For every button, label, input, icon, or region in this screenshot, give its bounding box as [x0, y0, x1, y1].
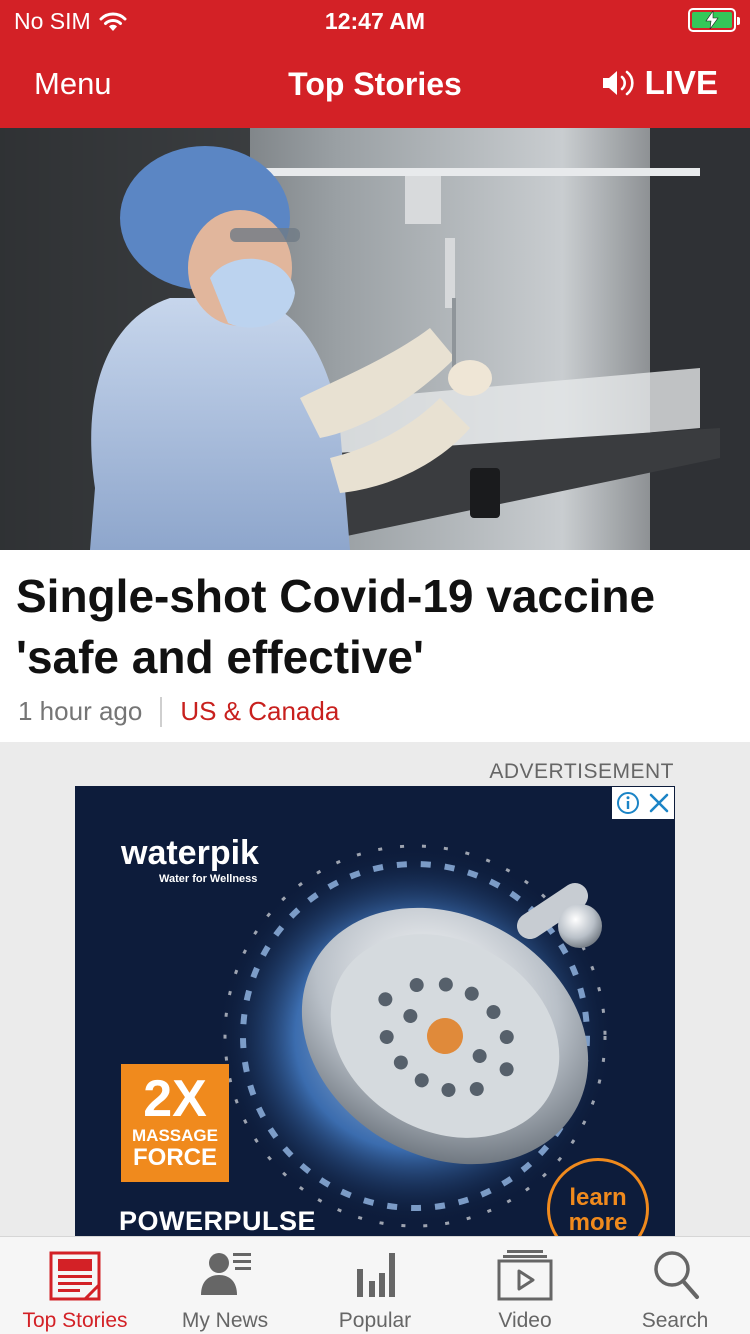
ad-area: ADVERTISEMENT waterpik Water for Wellnes… [0, 742, 750, 1236]
my-news-icon [201, 1253, 251, 1295]
top-stories-icon [49, 1251, 101, 1301]
tab-popular[interactable]: Popular [300, 1237, 450, 1334]
close-icon[interactable] [648, 792, 670, 814]
battery-icon [688, 8, 740, 32]
ad-badge-line2: FORCE [133, 1144, 217, 1171]
ad-cta-line1: learn [569, 1184, 627, 1211]
status-bar: No SIM 12:47 AM [0, 0, 750, 42]
charging-bolt-icon [705, 11, 719, 29]
ad-brand: waterpik [121, 834, 259, 872]
ad-badge-big: 2X [143, 1070, 207, 1128]
live-button[interactable]: LIVE [601, 64, 718, 102]
video-icon [497, 1250, 553, 1301]
tab-video[interactable]: Video [450, 1237, 600, 1334]
story-meta: 1 hour ago US & Canada [18, 696, 339, 727]
story-age: 1 hour ago [18, 696, 143, 726]
tab-label: Video [498, 1309, 552, 1332]
search-icon [654, 1251, 699, 1299]
ad-product-name: POWERPULSE [119, 1206, 317, 1236]
ad-badge: 2X MASSAGE FORCE [121, 1064, 229, 1182]
tab-top-stories[interactable]: Top Stories [0, 1237, 150, 1334]
lab-vaccine-photo [0, 128, 750, 550]
ad-cta-line2: more [568, 1209, 628, 1236]
story-section-link[interactable]: US & Canada [180, 696, 339, 727]
top-bar: No SIM 12:47 AM Menu Top Stories LIVE [0, 0, 750, 128]
tab-label: Popular [338, 1309, 412, 1332]
hero-image[interactable] [0, 128, 750, 550]
ad-label: ADVERTISEMENT [489, 760, 674, 783]
tab-my-news[interactable]: My News [150, 1237, 300, 1334]
info-icon [617, 792, 639, 814]
speaker-icon [602, 70, 634, 96]
ad-choices-button[interactable] [612, 787, 674, 819]
popular-icon [357, 1253, 395, 1297]
tab-label: Search [641, 1309, 709, 1332]
ad-badge-line1: MASSAGE [132, 1126, 218, 1145]
story-headline[interactable]: Single-shot Covid-19 vaccine 'safe and e… [16, 566, 716, 688]
tab-label: My News [181, 1309, 269, 1332]
tab-search[interactable]: Search [600, 1237, 750, 1334]
tab-bar: Top Stories My News Popular Video Search [0, 1236, 750, 1334]
status-time: 12:47 AM [324, 8, 426, 34]
live-label: LIVE [644, 64, 718, 101]
meta-divider [160, 696, 163, 727]
ad-tagline: Water for Wellness [159, 873, 258, 885]
tab-label: Top Stories [22, 1309, 128, 1332]
ad-banner[interactable]: waterpik Water for Wellness 2X MASSAGE F… [75, 786, 675, 1236]
